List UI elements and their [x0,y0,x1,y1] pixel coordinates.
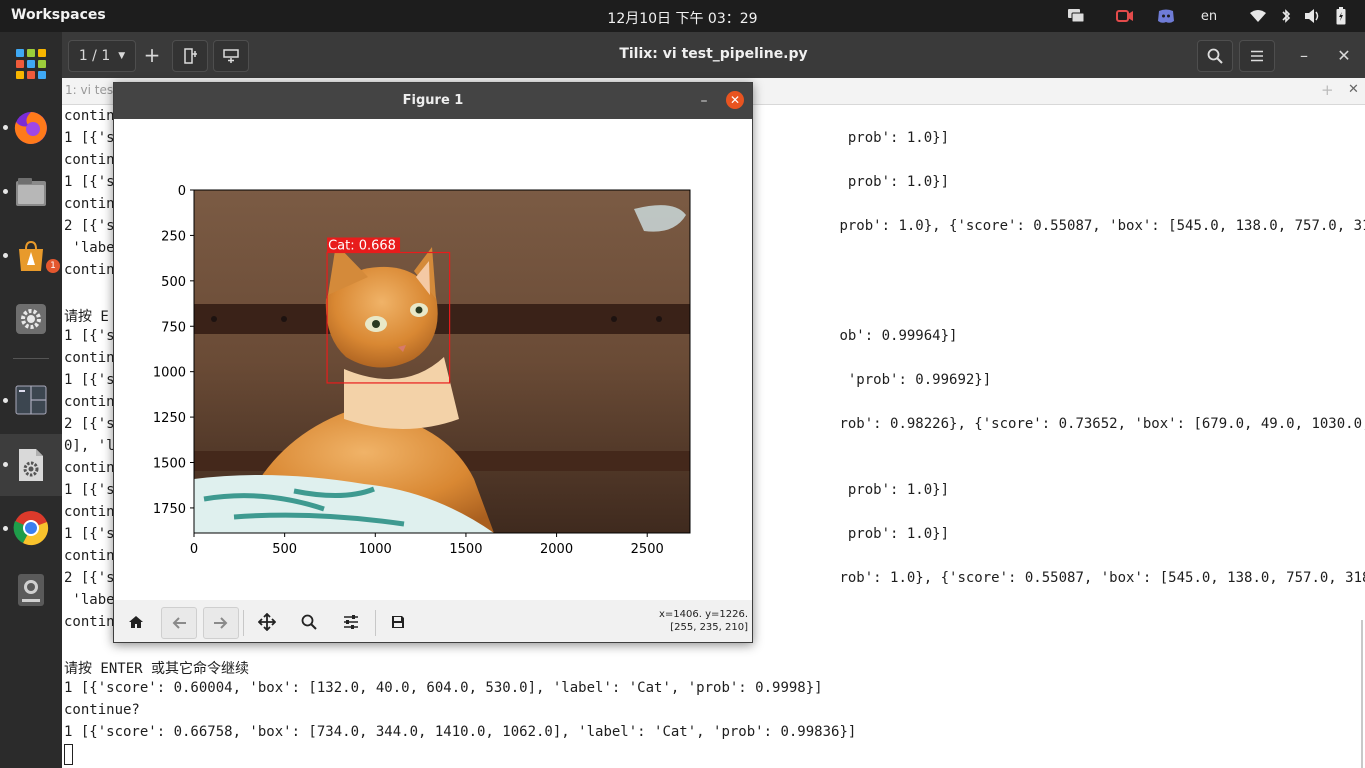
save-icon[interactable] [381,607,415,637]
forward-arrow-icon[interactable] [203,607,239,639]
terminal-line: 0], 'l [64,438,115,454]
x-tick-label: 500 [272,542,297,557]
discord-icon[interactable] [1156,6,1176,26]
x-tick-label: 0 [190,542,198,557]
y-axis: 0 250 500 750 1000 1250 1500 1750 [153,184,194,517]
wifi-icon[interactable] [1248,6,1268,26]
app-grid-icon[interactable] [11,44,51,84]
firefox-icon[interactable] [11,108,51,148]
detection-label: Cat: 0.668 [328,238,396,253]
minimize-icon: – [1300,45,1308,65]
running-indicator [3,253,8,258]
camera-record-icon[interactable] [1115,6,1135,26]
running-indicator [3,398,8,403]
top-bar: Workspaces 12月10日 下午 03：29 en [0,0,1365,32]
y-tick-label: 1000 [153,366,186,381]
x-tick-label: 2000 [540,542,573,557]
terminal-line: continue? [64,702,140,718]
language-indicator[interactable]: en [1196,6,1222,26]
y-tick-label: 1750 [153,502,186,517]
config-editor-icon[interactable] [0,434,62,496]
chrome-icon[interactable] [11,508,51,548]
close-icon[interactable]: ✕ [726,91,744,109]
screen-share-icon[interactable] [1066,6,1086,26]
hamburger-icon [1251,50,1263,62]
x-tick-label: 1500 [449,542,482,557]
configure-subplots-icon[interactable] [334,607,368,637]
add-terminal-icon[interactable]: + [1321,81,1334,99]
figure-window: Figure 1 – ✕ Cat: 0.668 0 500 1000 1500 … [113,82,753,643]
pan-icon[interactable] [250,607,284,637]
running-indicator [3,189,8,194]
software-store-icon[interactable] [11,236,51,276]
close-icon: ✕ [1337,45,1351,65]
terminal-line: 'labe [64,240,115,256]
dock: 1 [0,32,62,768]
coord-pixel-value: [255, 235, 210] [670,622,748,633]
window-title: Tilix: vi test_pipeline.py [619,46,808,62]
back-arrow-icon[interactable] [161,607,197,639]
search-icon [1207,48,1223,64]
terminal-line: contin [64,350,115,366]
terminal-line: 1 [{'score': 0.60004, 'box': [132.0, 40.… [64,680,823,696]
text-cursor [64,744,73,765]
terminal-line: contin [64,614,115,630]
tilix-icon[interactable] [11,380,51,420]
close-button[interactable]: ✕ [1330,40,1358,70]
zoom-icon[interactable] [292,607,326,637]
terminal-header: 1 / 1 ▼ + Tilix: vi test_pipeline.py – ✕ [62,32,1365,78]
files-icon[interactable] [11,172,51,212]
y-tick-label: 1250 [153,411,186,426]
dock-separator [13,358,49,359]
volume-icon[interactable] [1303,6,1323,26]
terminal-line: contin [64,394,115,410]
cursor-coordinates: x=1406. y=1226. [255, 235, 210] [659,608,748,634]
y-tick-label: 0 [178,184,186,199]
figure-toolbar: x=1406. y=1226. [255, 235, 210] [114,600,752,642]
figure-title: Figure 1 [402,93,464,108]
close-terminal-icon[interactable]: ✕ [1348,82,1359,97]
running-indicator [3,125,8,130]
figure-titlebar[interactable]: Figure 1 – ✕ [114,83,752,119]
terminal-tab-label[interactable]: 1: vi test [65,83,118,97]
x-tick-label: 2500 [631,542,664,557]
terminal-line: 请按 E [64,309,109,325]
terminal-line: 'labe [64,592,115,608]
running-indicator [3,526,8,531]
terminal-line: 请按 ENTER 或其它命令继续 [64,661,250,677]
terminal-line: contin [64,460,115,476]
minimize-button[interactable]: – [1290,40,1318,70]
battery-icon[interactable] [1333,6,1349,26]
notification-badge: 1 [46,259,60,273]
minimize-icon[interactable]: – [694,91,714,111]
terminal-line: contin [64,548,115,564]
terminal-line: 1 [{'score': 0.66758, 'box': [734.0, 344… [64,724,857,740]
y-tick-label: 500 [161,275,186,290]
scrollbar[interactable] [1361,620,1363,768]
menu-button[interactable] [1239,40,1275,72]
y-tick-label: 1500 [153,457,186,472]
search-button[interactable] [1197,40,1233,72]
y-tick-label: 750 [161,320,186,335]
x-axis: 0 500 1000 1500 2000 2500 [190,533,664,557]
figure-canvas[interactable]: Cat: 0.668 0 500 1000 1500 2000 2500 0 250 500 7… [114,119,752,600]
terminal-line: contin [64,108,115,124]
bluetooth-icon[interactable] [1278,6,1294,26]
cat-photo [194,190,690,533]
terminal-line: contin [64,152,115,168]
toolbar-separator [243,610,244,636]
screenshot-icon[interactable] [11,570,51,610]
running-indicator [3,462,8,467]
toolbar-separator [375,610,376,636]
coord-position: x=1406. y=1226. [658,609,748,620]
x-tick-label: 1000 [359,542,392,557]
terminal-line: contin [64,196,115,212]
terminal-line: contin [64,504,115,520]
home-icon[interactable] [119,607,153,637]
y-tick-label: 250 [161,229,186,244]
settings-icon[interactable] [11,299,51,339]
terminal-line: contin [64,262,115,278]
